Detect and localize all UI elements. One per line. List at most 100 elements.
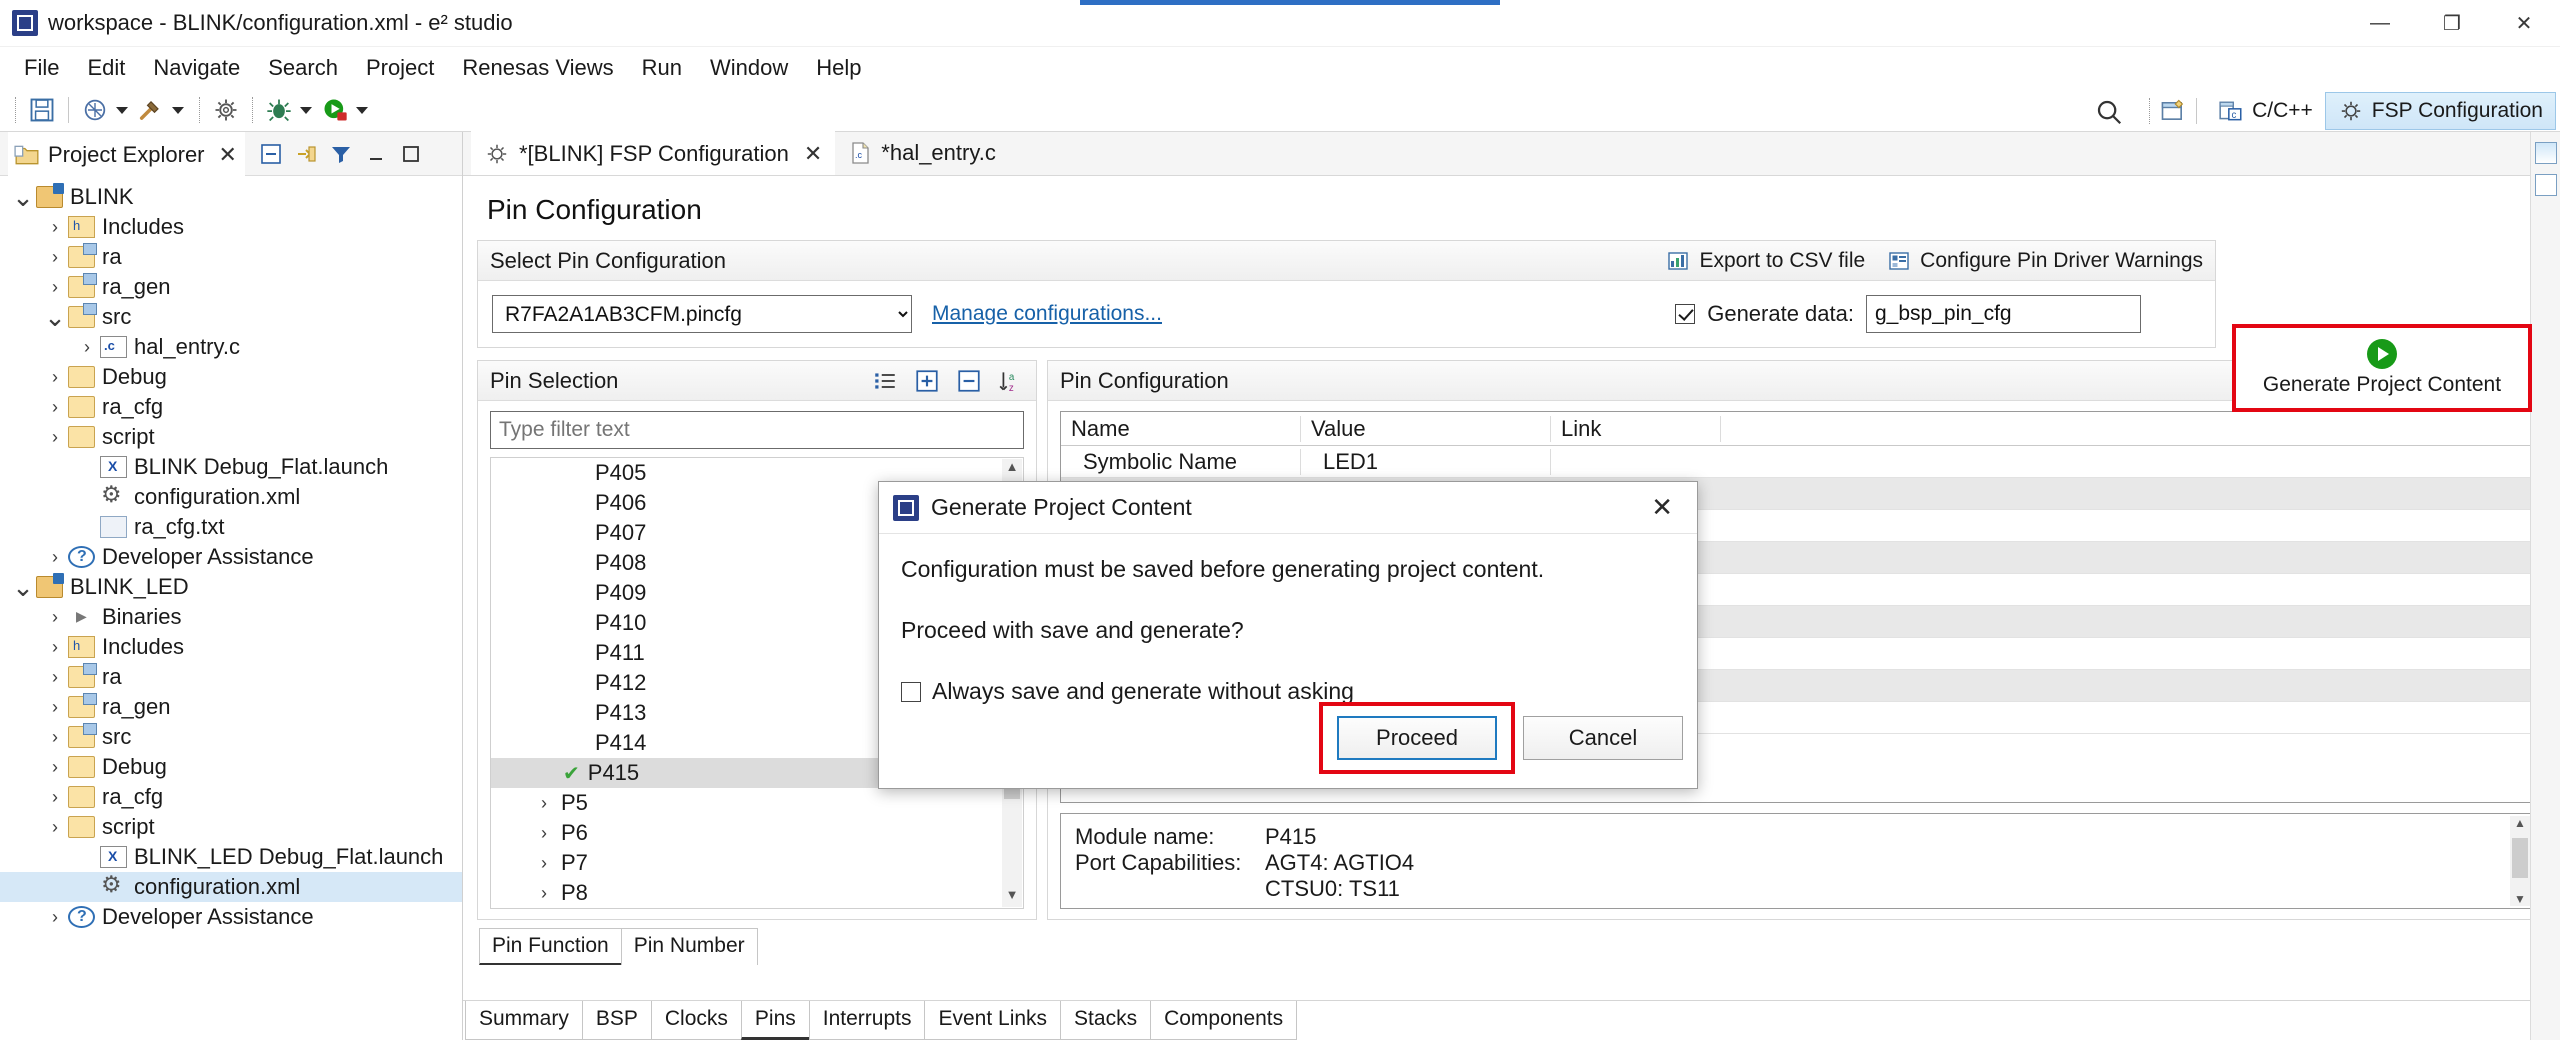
scroll-down-icon[interactable]: ▼ <box>1002 887 1022 907</box>
tab-interrupts[interactable]: Interrupts <box>808 1001 926 1040</box>
chevron-right-icon[interactable]: › <box>42 907 68 928</box>
chevron-right-icon[interactable]: › <box>42 697 68 718</box>
pin-selection-tools[interactable]: az <box>872 368 1024 394</box>
outline-view-icon[interactable] <box>2534 174 2557 196</box>
chevron-right-icon[interactable]: › <box>42 247 68 268</box>
tree-item[interactable]: › Includes <box>0 212 462 242</box>
run-button[interactable] <box>318 96 374 124</box>
restore-view-icon[interactable] <box>2534 142 2557 164</box>
chevron-right-icon[interactable]: › <box>42 397 68 418</box>
chevron-right-icon[interactable]: › <box>531 883 557 904</box>
open-perspective-icon[interactable] <box>2159 97 2187 125</box>
pin-configuration-select[interactable]: R7FA2A1AB3CFM.pincfg <box>492 295 912 333</box>
tab-clocks[interactable]: Clocks <box>650 1001 742 1040</box>
tree-item[interactable]: › Developer Assistance <box>0 902 462 932</box>
chevron-right-icon[interactable]: › <box>531 793 557 814</box>
subtab-pin-number[interactable]: Pin Number <box>620 928 758 965</box>
build-all-dropdown-arrow[interactable] <box>116 106 128 114</box>
scroll-up-icon[interactable]: ▲ <box>2510 816 2530 830</box>
pin-list-item[interactable]: › P5 <box>491 788 1023 818</box>
tree-item[interactable]: › Includes <box>0 632 462 662</box>
view-filter-icon[interactable] <box>329 142 353 166</box>
tree-item[interactable]: ⌄ BLINK_LED <box>0 572 462 602</box>
chevron-right-icon[interactable]: › <box>42 667 68 688</box>
tab-stacks[interactable]: Stacks <box>1060 1001 1152 1040</box>
tree-item[interactable]: BLINK Debug_Flat.launch <box>0 452 462 482</box>
collapse-all-icon[interactable] <box>259 142 283 166</box>
tree-item[interactable]: › script <box>0 812 462 842</box>
window-controls[interactable]: — ❐ ✕ <box>2344 0 2560 47</box>
menu-help[interactable]: Help <box>802 49 875 87</box>
run-dropdown-arrow[interactable] <box>356 106 368 114</box>
menu-renesas-views[interactable]: Renesas Views <box>448 49 627 87</box>
chevron-right-icon[interactable]: › <box>531 853 557 874</box>
close-icon[interactable]: ✕ <box>804 141 822 167</box>
generate-project-content-button[interactable]: Generate Project Content <box>2232 324 2532 412</box>
chevron-right-icon[interactable]: › <box>42 637 68 658</box>
build-all-button[interactable] <box>78 96 134 124</box>
always-save-checkbox[interactable] <box>901 681 921 702</box>
expand-all-icon[interactable] <box>914 368 940 394</box>
right-minimized-bar[interactable] <box>2530 132 2560 1040</box>
chevron-down-icon[interactable]: ⌄ <box>10 574 36 600</box>
debug-button[interactable] <box>262 96 318 124</box>
chevron-right-icon[interactable]: › <box>42 757 68 778</box>
minimize-icon[interactable] <box>364 142 388 166</box>
chevron-right-icon[interactable]: › <box>42 607 68 628</box>
chevron-right-icon[interactable]: › <box>74 337 100 358</box>
tree-item[interactable]: › src <box>0 722 462 752</box>
main-toolbar[interactable]: c C/C++ FSP Configuration <box>0 89 2560 132</box>
settings-button[interactable] <box>209 96 243 124</box>
tree-item[interactable]: ⌄ src <box>0 302 462 332</box>
menu-file[interactable]: File <box>10 49 73 87</box>
perspective-fsp-configuration[interactable]: FSP Configuration <box>2324 91 2556 130</box>
export-to-csv-button[interactable]: Export to CSV file <box>1666 249 1865 273</box>
manage-configurations-link[interactable]: Manage configurations... <box>932 302 1162 326</box>
chevron-right-icon[interactable]: › <box>42 217 68 238</box>
chevron-down-icon[interactable]: ⌄ <box>10 184 36 210</box>
chevron-right-icon[interactable]: › <box>42 427 68 448</box>
collapse-all-icon[interactable] <box>956 368 982 394</box>
project-explorer-toolbar[interactable] <box>259 142 423 166</box>
configuration-tabs[interactable]: Summary BSP Clocks Pins Interrupts Event… <box>463 1000 2560 1040</box>
project-explorer-tab[interactable]: Project Explorer ✕ <box>8 131 245 176</box>
tree-item[interactable]: › Debug <box>0 752 462 782</box>
menu-navigate[interactable]: Navigate <box>139 49 254 87</box>
menu-bar[interactable]: File Edit Navigate Search Project Renesa… <box>0 47 2560 89</box>
configure-pin-driver-warnings-button[interactable]: Configure Pin Driver Warnings <box>1887 249 2203 273</box>
build-dropdown-arrow[interactable] <box>172 106 184 114</box>
tree-item[interactable]: › ra_gen <box>0 692 462 722</box>
tree-item[interactable]: › script <box>0 422 462 452</box>
tree-item[interactable]: › ra_cfg <box>0 392 462 422</box>
chevron-down-icon[interactable]: ⌄ <box>42 304 68 330</box>
chevron-right-icon[interactable]: › <box>42 787 68 808</box>
subtab-pin-function[interactable]: Pin Function <box>479 928 622 965</box>
chevron-right-icon[interactable]: › <box>42 727 68 748</box>
pin-list-item[interactable]: › P6 <box>491 818 1023 848</box>
sort-az-icon[interactable]: az <box>998 368 1024 394</box>
tree-item[interactable]: › Developer Assistance <box>0 542 462 572</box>
save-button[interactable] <box>25 96 59 124</box>
tree-item[interactable]: › ra <box>0 242 462 272</box>
list-view-icon[interactable] <box>872 368 898 394</box>
maximize-icon[interactable] <box>399 142 423 166</box>
pin-view-subtabs[interactable]: Pin Function Pin Number <box>477 928 2546 965</box>
section-actions[interactable]: Export to CSV file Configure Pin Driver … <box>1666 249 2203 273</box>
scroll-down-icon[interactable]: ▼ <box>2510 892 2530 906</box>
tree-item[interactable]: configuration.xml <box>0 481 462 512</box>
proceed-button[interactable]: Proceed <box>1337 716 1497 760</box>
pin-list-item[interactable]: › P8 <box>491 878 1023 908</box>
close-icon[interactable]: ✕ <box>219 142 237 168</box>
minimize-button[interactable]: — <box>2344 0 2416 47</box>
toolbar-right-group[interactable]: c C/C++ FSP Configuration <box>2094 89 2560 132</box>
tree-item[interactable]: › Binaries <box>0 602 462 632</box>
build-button[interactable] <box>134 96 190 124</box>
tree-item[interactable]: › hal_entry.c <box>0 332 462 362</box>
dialog-buttons[interactable]: Proceed Cancel <box>1319 702 1683 774</box>
generate-data-checkbox[interactable] <box>1675 304 1696 324</box>
tree-item[interactable]: › ra <box>0 662 462 692</box>
scroll-up-icon[interactable]: ▲ <box>1002 459 1022 479</box>
tree-item[interactable]: BLINK_LED Debug_Flat.launch <box>0 842 462 872</box>
tree-item[interactable]: › Debug <box>0 362 462 392</box>
tree-item[interactable]: › ra_gen <box>0 272 462 302</box>
